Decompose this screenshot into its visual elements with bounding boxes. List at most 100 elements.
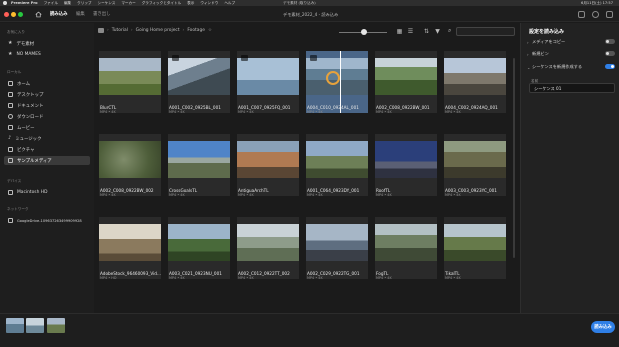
menu-marker[interactable]: マーカー xyxy=(121,1,135,6)
selected-clip-thumbnail[interactable] xyxy=(26,318,44,333)
media-item[interactable]: AdobeStock_96460093_Vid… MP4 • HD xyxy=(99,217,161,297)
grid-view-icon[interactable]: ▦ xyxy=(396,28,403,35)
network-header: ネットワーク xyxy=(7,207,29,211)
tab-edit[interactable]: 編集 xyxy=(76,11,85,17)
menu-graphics[interactable]: グラフィックとタイトル xyxy=(142,1,181,6)
menu-clip[interactable]: クリップ xyxy=(77,1,91,6)
copy-media-toggle[interactable] xyxy=(605,39,615,44)
media-meta: MP4 • 4K xyxy=(445,193,461,197)
media-meta: MP4 • 4K xyxy=(445,276,461,280)
grid-scrollbar[interactable] xyxy=(513,58,515,258)
media-item[interactable]: A003_C003_0923YC_001 MP4 • 4K xyxy=(444,134,506,214)
sidebar-item-no-mames[interactable]: ★ NO MAMES xyxy=(4,50,90,59)
fullscreen-icon[interactable] xyxy=(606,11,613,18)
import-button[interactable]: 読み込み xyxy=(591,321,615,333)
media-item[interactable]: A002_C008_0922BW_002 MP4 • 4K xyxy=(99,134,161,214)
music-note-icon: ♪ xyxy=(8,135,12,141)
media-item[interactable]: AntiguaArchTL MP4 • 4K xyxy=(237,134,299,214)
breadcrumb-separator: › xyxy=(107,28,109,33)
sidebar-item-demo[interactable]: ★ デモ素材 xyxy=(4,39,90,48)
media-item[interactable]: BlurCTL MP4 • 4K xyxy=(99,51,161,131)
sidebar-item-sample-media[interactable]: サンプルメディア xyxy=(4,156,90,165)
media-thumbnail xyxy=(237,224,299,261)
import-settings-panel: 設定を読み込み › メディアをコピー › 新規ビン ⌄ シーケンスを新規作成する… xyxy=(520,23,619,313)
media-thumbnail xyxy=(99,58,161,95)
search-input[interactable] xyxy=(456,27,515,36)
media-thumbnail xyxy=(306,141,368,178)
sort-icon[interactable]: ⇅ xyxy=(423,28,430,35)
sidebar-item-downloads[interactable]: ダウンロード xyxy=(4,112,90,121)
desktop-icon xyxy=(8,92,13,97)
new-bin-toggle[interactable] xyxy=(605,51,615,56)
search-icon: ⌕ xyxy=(448,27,452,34)
apple-icon[interactable] xyxy=(3,1,7,5)
media-item[interactable]: A002_C008_0922BW_001 MP4 • 4K xyxy=(375,51,437,131)
thumbnail-size-knob[interactable] xyxy=(361,29,367,35)
sidebar-item-label: ピクチャ xyxy=(17,147,35,153)
sidebar-item-desktop[interactable]: デスクトップ xyxy=(4,90,90,99)
sidebar-item-home[interactable]: ホーム xyxy=(4,79,90,88)
media-item[interactable]: A001_C064_0923DY_001 MP4 • 4K xyxy=(306,134,368,214)
selected-clip-thumbnail[interactable] xyxy=(6,318,24,333)
create-sequence-row[interactable]: ⌄ シーケンスを新規作成する xyxy=(527,63,615,71)
new-bin-label: 新規ビン xyxy=(532,51,549,56)
media-item[interactable]: A002_C012_0922TT_002 MP4 • 4K xyxy=(237,217,299,297)
sidebar-item-movies[interactable]: ムービー xyxy=(4,123,90,132)
tab-export[interactable]: 書き出し xyxy=(93,11,111,17)
media-thumbnail xyxy=(375,141,437,178)
favorite-star-icon[interactable]: ☆ xyxy=(208,28,212,33)
media-thumbnail xyxy=(306,224,368,261)
media-thumbnail xyxy=(99,224,161,261)
menu-sequence[interactable]: シーケンス xyxy=(98,1,116,6)
new-bin-row[interactable]: › 新規ビン xyxy=(527,50,615,58)
sidebar-item-documents[interactable]: ドキュメント xyxy=(4,101,90,110)
list-view-icon[interactable]: ☰ xyxy=(407,28,414,35)
breadcrumb-going-home[interactable]: Going Home project xyxy=(136,28,180,33)
media-item[interactable]: CrossGoalsTL MP4 • 4K xyxy=(168,134,230,214)
media-item[interactable]: FogTL MP4 • 4K xyxy=(375,217,437,297)
folder-icon[interactable] xyxy=(98,28,104,33)
breadcrumb-tutorial[interactable]: Tutorial xyxy=(112,28,128,33)
media-meta: MP4 • 4K xyxy=(100,193,116,197)
create-sequence-toggle[interactable] xyxy=(605,64,615,69)
scrub-playhead[interactable] xyxy=(340,51,341,113)
progress-icon[interactable] xyxy=(592,11,599,18)
menu-window[interactable]: ウィンドウ xyxy=(200,1,218,6)
media-item[interactable]: A002_C029_0922TG_001 MP4 • 4K xyxy=(306,217,368,297)
quick-export-icon[interactable] xyxy=(578,11,585,18)
minimize-window-button[interactable] xyxy=(11,12,16,17)
copy-media-label: メディアをコピー xyxy=(532,39,566,44)
sidebar-item-google-drive[interactable]: GoogleDrive-109637263499909928 xyxy=(4,216,90,225)
media-item[interactable]: RoofTL MP4 • 4K xyxy=(375,134,437,214)
sidebar-item-pictures[interactable]: ピクチャ xyxy=(4,145,90,154)
selection-tray: 読み込み xyxy=(0,313,619,347)
tab-import[interactable]: 読み込み xyxy=(50,11,68,17)
media-item[interactable]: A001_C002_0925BL_001 MP4 • 4K xyxy=(168,51,230,131)
filter-icon[interactable]: ▼ xyxy=(434,28,441,35)
media-meta: MP4 • HD xyxy=(100,276,117,280)
clip-badge-icon xyxy=(241,55,248,61)
media-meta: MP4 • 4K xyxy=(307,193,323,197)
zoom-window-button[interactable] xyxy=(18,12,23,17)
media-item[interactable]: A003_C021_0923NU_001 MP4 • 4K xyxy=(168,217,230,297)
menu-help[interactable]: ヘルプ xyxy=(224,1,235,6)
menu-edit[interactable]: 編集 xyxy=(64,1,71,6)
media-item[interactable]: A001_C007_0925FQ_001 MP4 • 4K xyxy=(237,51,299,131)
menu-file[interactable]: ファイル xyxy=(44,1,58,6)
drive-icon xyxy=(8,190,13,195)
home-icon[interactable] xyxy=(35,11,42,18)
media-item[interactable]: A004_C002_0924AQ_001 MP4 • 4K xyxy=(444,51,506,131)
picture-icon xyxy=(8,147,13,152)
sidebar-item-music[interactable]: ♪ ミュージック xyxy=(4,134,90,143)
copy-media-row[interactable]: › メディアをコピー xyxy=(527,38,615,46)
close-window-button[interactable] xyxy=(4,12,9,17)
local-header: ローカル xyxy=(7,70,22,74)
folder-icon xyxy=(8,158,13,163)
menu-view[interactable]: 表示 xyxy=(187,1,194,6)
media-item-selected[interactable]: A004_C010_0924AL_001 MP4 • 4K xyxy=(306,51,368,131)
sequence-name-field[interactable]: シーケンス 01 xyxy=(529,83,615,93)
menu-app-name[interactable]: Premiere Pro xyxy=(11,1,38,5)
sidebar-item-macintosh-hd[interactable]: Macintosh HD xyxy=(4,188,90,197)
media-item[interactable]: TikalTL MP4 • 4K xyxy=(444,217,506,297)
selected-clip-thumbnail[interactable] xyxy=(47,318,65,333)
